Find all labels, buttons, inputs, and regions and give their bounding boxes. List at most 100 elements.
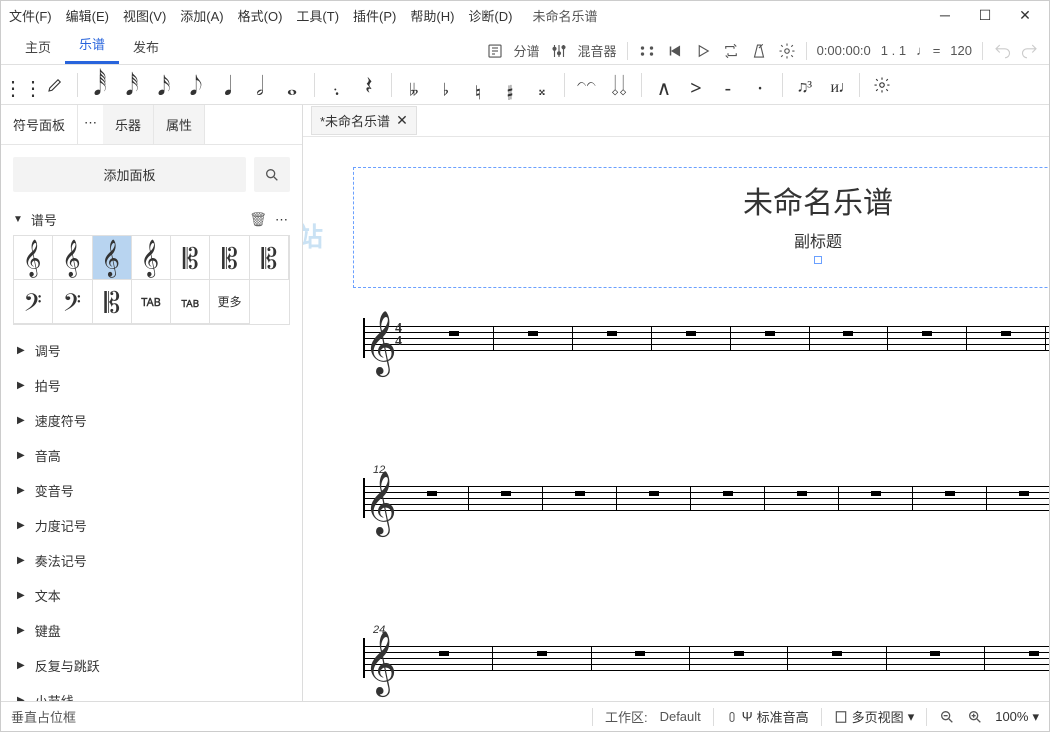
menu-help[interactable]: 帮助(H) (410, 6, 454, 25)
add-panel-button[interactable]: 添加面板 (13, 157, 246, 192)
menu-tools[interactable]: 工具(T) (296, 6, 339, 25)
menu-file[interactable]: 文件(F) (9, 6, 52, 25)
rewind-icon[interactable] (666, 42, 684, 60)
rest-icon[interactable]: 𝄽 (355, 70, 383, 100)
score-tab[interactable]: *未命名乐谱 ✕ (311, 106, 417, 135)
zoom-in-button[interactable] (967, 709, 983, 725)
clef-item[interactable]: TAB (171, 280, 210, 324)
menu-add[interactable]: 添加(A) (180, 6, 223, 25)
resize-handle[interactable] (814, 256, 822, 264)
grip-icon[interactable]: ⋮⋮ (9, 70, 37, 100)
note-16[interactable]: 𝅘𝅥𝅯 (150, 70, 178, 100)
tuplet-icon[interactable]: ♫³ (791, 70, 819, 100)
score-canvas[interactable]: 亿破姐网站 未命名乐谱 副标题 作曲./.编排 𝄞 44 (303, 137, 1049, 701)
more-icon[interactable]: ⋯ (275, 212, 290, 228)
menu-format[interactable]: 格式(O) (238, 6, 283, 25)
zoom-out-button[interactable] (939, 709, 955, 725)
parts-icon[interactable] (486, 42, 504, 60)
staff-system-3[interactable]: 24 𝄞 (353, 638, 1049, 678)
tie-icon[interactable]: 𝆣𝆣 (573, 70, 601, 100)
clef-item[interactable]: 𝄢 (14, 280, 53, 324)
accent-icon[interactable]: > (682, 70, 710, 100)
menu-plugins[interactable]: 插件(P) (353, 6, 396, 25)
score-subtitle[interactable]: 副标题 (354, 228, 1049, 252)
zoom-level[interactable]: 100% ▾ (995, 709, 1039, 725)
close-icon[interactable]: ✕ (396, 112, 408, 129)
search-button[interactable] (254, 157, 290, 192)
mixer-icon[interactable] (550, 42, 568, 60)
sharp-icon[interactable]: ♯ (496, 70, 524, 100)
natural-icon[interactable]: ♮ (464, 70, 492, 100)
staff-system-1[interactable]: 𝄞 44 (353, 318, 1049, 358)
palette-item[interactable]: ▶小节线 (1, 683, 302, 701)
title-frame[interactable]: 未命名乐谱 副标题 作曲./.编排 (353, 167, 1049, 288)
double-sharp-icon[interactable]: 𝄪 (528, 70, 556, 100)
palette-item[interactable]: ▶拍号 (1, 368, 302, 403)
edit-icon[interactable] (41, 70, 69, 100)
parts-label[interactable]: 分谱 (514, 41, 540, 60)
collapse-icon[interactable]: ▼ (13, 214, 23, 225)
clef-item[interactable]: 𝄢 (53, 280, 92, 324)
tab-palette[interactable]: 符号面板 (1, 105, 78, 144)
clef-item[interactable]: 𝄡 (210, 236, 249, 280)
metronome-icon[interactable] (750, 42, 768, 60)
clef-item[interactable]: TAB (132, 280, 171, 324)
palette-item[interactable]: ▶键盘 (1, 613, 302, 648)
palette-item[interactable]: ▶奏法记号 (1, 543, 302, 578)
tab-score[interactable]: 乐谱 (65, 26, 119, 64)
score-title[interactable]: 未命名乐谱 (354, 178, 1049, 222)
clef-more[interactable]: 更多 (210, 280, 249, 324)
palette-item[interactable]: ▶变音号 (1, 473, 302, 508)
tab-publish[interactable]: 发布 (119, 29, 173, 64)
menu-view[interactable]: 视图(V) (123, 6, 166, 25)
gear-icon[interactable] (868, 70, 896, 100)
note-1[interactable]: 𝅝 (278, 70, 306, 100)
dots-icon[interactable] (638, 42, 656, 60)
tab-properties[interactable]: 属性 (154, 105, 205, 144)
palette-item[interactable]: ▶力度记号 (1, 508, 302, 543)
tab-instruments[interactable]: 乐器 (103, 105, 154, 144)
clef-item[interactable]: 𝄞 (132, 236, 171, 280)
marcato-icon[interactable]: ∧ (650, 70, 678, 100)
minimize-button[interactable]: ─ (929, 4, 961, 26)
clef-item[interactable]: 𝄞 (93, 236, 132, 280)
settings-icon[interactable] (778, 42, 796, 60)
undo-icon[interactable] (993, 42, 1011, 60)
palette-item[interactable]: ▶调号 (1, 333, 302, 368)
note-64[interactable]: 𝅘𝅥𝅱 (86, 70, 114, 100)
staccato-icon[interactable]: · (746, 70, 774, 100)
tab-home[interactable]: 主页 (11, 29, 65, 64)
palette-item[interactable]: ▶速度符号 (1, 403, 302, 438)
mixer-label[interactable]: 混音器 (578, 41, 617, 60)
workspace-value[interactable]: Default (660, 709, 701, 724)
double-flat-icon[interactable]: 𝄫 (400, 70, 428, 100)
tab-more-icon[interactable]: ⋯ (78, 105, 103, 144)
play-icon[interactable] (694, 42, 712, 60)
note-4[interactable]: 𝅘𝅥 (214, 70, 242, 100)
loop-icon[interactable] (722, 42, 740, 60)
clef-item[interactable]: 𝄡 (171, 236, 210, 280)
flip-icon[interactable]: ᴎ♩ (823, 70, 851, 100)
clef-item[interactable]: 𝄞 (53, 236, 92, 280)
maximize-button[interactable]: ☐ (969, 4, 1001, 26)
clef-item[interactable]: 𝄞 (14, 236, 53, 280)
slur-icon[interactable]: 𝆹𝅥𝆹𝅥 (605, 70, 633, 100)
staff-system-2[interactable]: 12 𝄞 (353, 478, 1049, 518)
flat-icon[interactable]: ♭ (432, 70, 460, 100)
concert-pitch-toggle[interactable]: Ψ 标准音高 (726, 707, 809, 726)
tempo-value[interactable]: 120 (950, 43, 972, 58)
palette-item[interactable]: ▶反复与跳跃 (1, 648, 302, 683)
dot-icon[interactable]: 𝅭. (323, 70, 351, 100)
note-32[interactable]: 𝅘𝅥𝅰 (118, 70, 146, 100)
redo-icon[interactable] (1021, 42, 1039, 60)
palette-item[interactable]: ▶文本 (1, 578, 302, 613)
clef-item[interactable]: 𝄡 (93, 280, 132, 324)
menu-diag[interactable]: 诊断(D) (468, 6, 512, 25)
menu-edit[interactable]: 编辑(E) (66, 6, 109, 25)
note-8[interactable]: 𝅘𝅥𝅮 (182, 70, 210, 100)
view-mode-selector[interactable]: 多页视图 ▾ (834, 707, 915, 726)
palette-item[interactable]: ▶音高 (1, 438, 302, 473)
palette-title[interactable]: 谱号 (31, 210, 241, 229)
delete-icon[interactable]: 🗑 (249, 211, 267, 228)
clef-item[interactable]: 𝄡 (250, 236, 289, 280)
